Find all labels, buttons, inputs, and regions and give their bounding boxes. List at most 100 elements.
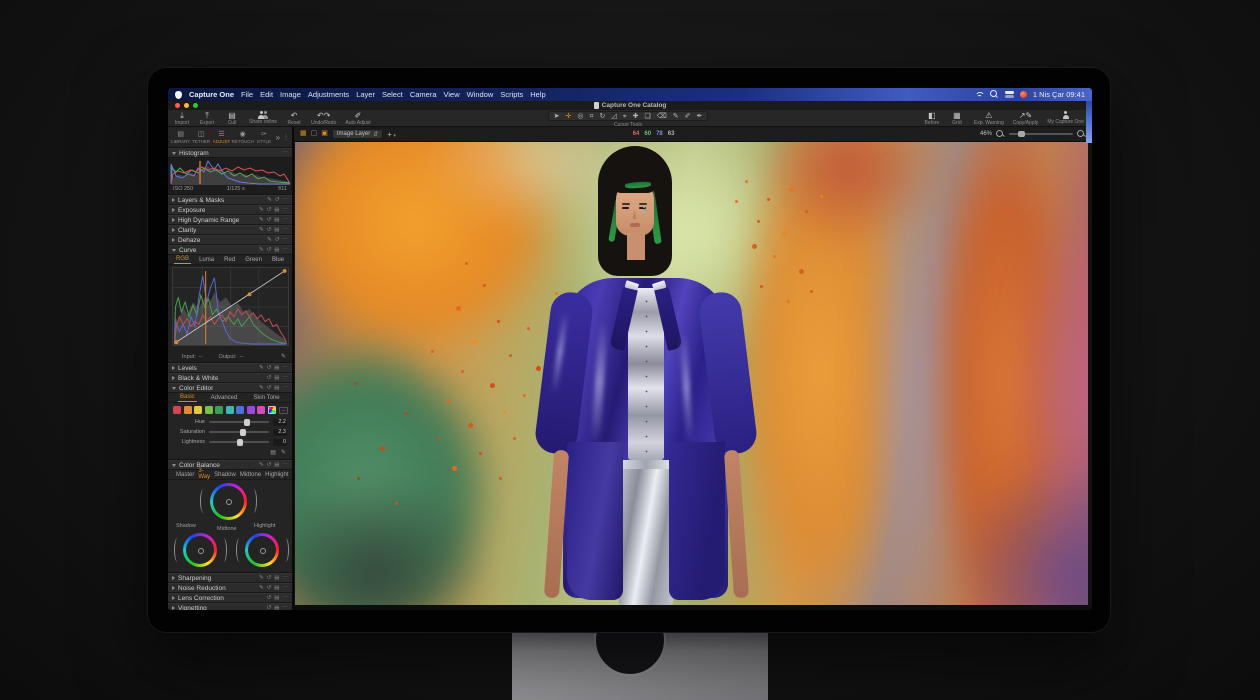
- edit-brush-icon[interactable]: [259, 384, 264, 392]
- panel-color-balance-header[interactable]: Color Balance: [168, 460, 292, 470]
- panel-levels[interactable]: Levels: [168, 363, 292, 373]
- reset-icon[interactable]: [267, 604, 272, 610]
- panel-more-icon[interactable]: [283, 574, 289, 582]
- presets-icon[interactable]: [274, 216, 279, 224]
- exposure-warning-button[interactable]: ⚠ Exp. Warning: [974, 111, 1004, 126]
- panel-more-icon[interactable]: [283, 384, 289, 392]
- menu-select[interactable]: Select: [382, 90, 403, 99]
- edit-brush-icon[interactable]: [267, 196, 272, 204]
- presets-icon[interactable]: [274, 246, 279, 254]
- panel-layers-masks[interactable]: Layers & Masks: [168, 195, 292, 205]
- swatch-blue[interactable]: [236, 406, 244, 414]
- reset-icon[interactable]: [267, 206, 272, 214]
- curve-picker-icon[interactable]: [281, 353, 286, 360]
- presets-icon[interactable]: [274, 584, 279, 592]
- loupe-tool[interactable]: ◎: [577, 112, 583, 121]
- panel-more-icon[interactable]: [283, 206, 289, 214]
- swatch-magenta[interactable]: [257, 406, 265, 414]
- apple-icon[interactable]: [175, 91, 182, 99]
- tab-library[interactable]: ▤ LIBRARY: [171, 131, 190, 144]
- crop-tool[interactable]: ⌗: [590, 112, 594, 121]
- panel-noise-reduction[interactable]: Noise Reduction: [168, 583, 292, 593]
- shadow-left-arc[interactable]: [174, 538, 181, 562]
- menubar-clock[interactable]: 1 Nis Çar 09:41: [1033, 90, 1085, 99]
- panel-sharpening[interactable]: Sharpening: [168, 573, 292, 583]
- reset-icon[interactable]: [267, 574, 272, 582]
- tabs-overflow-icon[interactable]: ⋮: [283, 134, 289, 141]
- panel-more-icon[interactable]: [283, 236, 289, 244]
- erase-tool[interactable]: ⌫: [657, 112, 667, 121]
- curve-tab-luma[interactable]: Luma: [197, 256, 216, 264]
- edit-brush-icon[interactable]: [259, 246, 264, 254]
- panel-more-icon[interactable]: [283, 226, 289, 234]
- reset-icon[interactable]: [267, 584, 272, 592]
- app-badge-dot[interactable]: [1020, 91, 1027, 98]
- presets-icon[interactable]: [274, 384, 279, 392]
- copy-apply-button[interactable]: ↗✎ Copy/Apply: [1013, 111, 1039, 126]
- shadow-right-arc[interactable]: [220, 538, 227, 562]
- panel-more-icon[interactable]: [283, 364, 289, 372]
- menu-layer[interactable]: Layer: [356, 90, 375, 99]
- lightness-slider-thumb[interactable]: [237, 439, 243, 446]
- midtone-left-arc[interactable]: [200, 489, 207, 513]
- edit-brush-icon[interactable]: [259, 216, 264, 224]
- wifi-icon[interactable]: [974, 91, 984, 99]
- hue-slider-thumb[interactable]: [244, 419, 250, 426]
- presets-icon[interactable]: [274, 206, 279, 214]
- menu-window[interactable]: Window: [467, 90, 494, 99]
- reset-icon[interactable]: [267, 461, 272, 469]
- presets-icon[interactable]: [274, 604, 279, 610]
- cb-tab-highlight[interactable]: Highlight: [263, 471, 290, 479]
- menu-edit[interactable]: Edit: [260, 90, 273, 99]
- reset-icon[interactable]: [267, 246, 272, 254]
- reset-icon[interactable]: [275, 236, 280, 244]
- swatch-dark-green[interactable]: [215, 406, 223, 414]
- zoom-in-icon[interactable]: [1077, 130, 1086, 139]
- midtone-wheel[interactable]: [210, 483, 247, 520]
- cb-tab-master[interactable]: Master: [174, 471, 196, 479]
- export-button[interactable]: ⤒ Export: [199, 111, 215, 126]
- panel-more-icon[interactable]: ⋯: [283, 149, 289, 157]
- zoom-slider-thumb[interactable]: [1018, 131, 1025, 137]
- curve-tab-red[interactable]: Red: [222, 256, 237, 264]
- spot-tool[interactable]: ⌖: [623, 112, 627, 121]
- my-capture-one-button[interactable]: My Capture One: [1047, 111, 1084, 126]
- swatch-orange[interactable]: [184, 406, 192, 414]
- multi-view-icon[interactable]: ▦: [300, 130, 307, 138]
- edit-brush-icon[interactable]: [267, 236, 272, 244]
- curve-editor[interactable]: [168, 265, 292, 352]
- pan-tool[interactable]: ✛: [566, 112, 572, 121]
- presets-icon[interactable]: [274, 574, 279, 582]
- clone-tool[interactable]: ❏: [645, 112, 651, 121]
- tab-style[interactable]: ✑ STYLE: [254, 131, 273, 144]
- presets-icon[interactable]: [274, 374, 279, 382]
- saturation-value[interactable]: 2.3: [273, 429, 287, 436]
- saturation-slider[interactable]: [209, 431, 269, 433]
- panel-vignetting[interactable]: Vignetting: [168, 603, 292, 610]
- panel-curve-header[interactable]: Curve: [168, 245, 292, 255]
- layer-dropdown[interactable]: Image Layer ⇵: [332, 129, 383, 139]
- ce-tab-advanced[interactable]: Advanced: [209, 394, 240, 402]
- heal-tool[interactable]: ✚: [633, 112, 639, 121]
- cull-button[interactable]: ▤ Cull: [224, 111, 240, 126]
- panel-more-icon[interactable]: [283, 196, 289, 204]
- menu-adjustments[interactable]: Adjustments: [308, 90, 349, 99]
- swatch-purple[interactable]: [247, 406, 255, 414]
- lightness-slider[interactable]: [209, 441, 269, 443]
- panel-color-editor-header[interactable]: Color Editor: [168, 383, 292, 393]
- tab-tether[interactable]: ◫ TETHER: [191, 131, 210, 144]
- menu-scripts[interactable]: Scripts: [500, 90, 523, 99]
- presets-icon[interactable]: [274, 226, 279, 234]
- swatch-red[interactable]: [173, 406, 181, 414]
- ce-tab-skin-tone[interactable]: Skin Tone: [251, 394, 281, 402]
- highlight-wheel[interactable]: [245, 533, 279, 567]
- panel-more-icon[interactable]: [283, 374, 289, 382]
- swatch-aqua[interactable]: [226, 406, 234, 414]
- curve-tab-green[interactable]: Green: [243, 256, 264, 264]
- panel-more-icon[interactable]: [283, 604, 289, 610]
- rotate-tool[interactable]: ↻: [599, 112, 605, 121]
- single-view-icon[interactable]: ▢: [311, 130, 318, 138]
- swatch-green[interactable]: [205, 406, 213, 414]
- edit-brush-icon[interactable]: [259, 364, 264, 372]
- menu-view[interactable]: View: [444, 90, 460, 99]
